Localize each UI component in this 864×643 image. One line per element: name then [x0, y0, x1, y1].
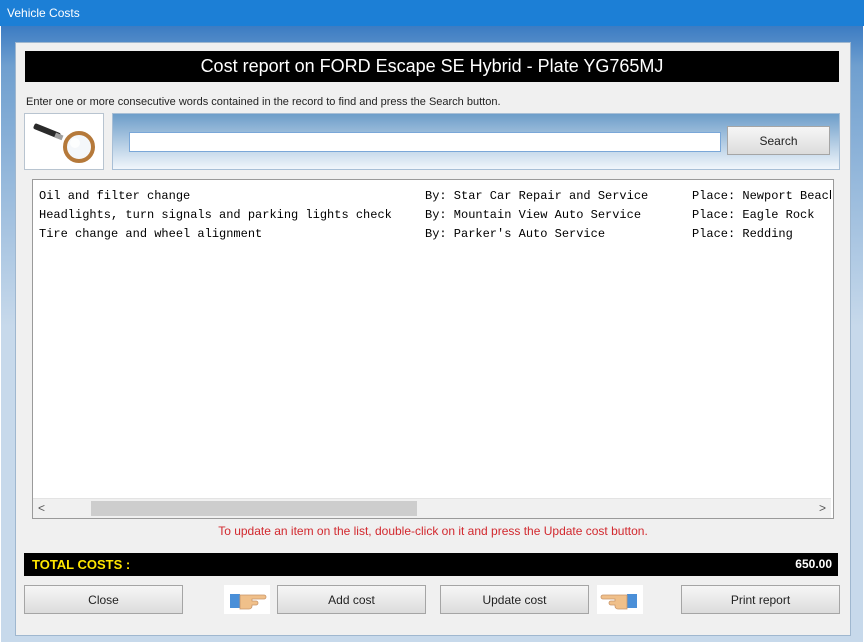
scroll-left-icon[interactable]: < [33, 499, 50, 518]
search-instruction: Enter one or more consecutive words cont… [26, 96, 501, 108]
pointing-hand-icon [597, 585, 643, 614]
search-button[interactable]: Search [727, 126, 830, 155]
search-bar: Search [112, 113, 840, 170]
records-list-content: Oil and filter change By: Star Car Repair… [33, 180, 831, 496]
scroll-right-icon[interactable]: > [814, 499, 831, 518]
magnifier-icon [33, 123, 95, 163]
main-panel: Cost report on FORD Escape SE Hybrid - P… [15, 42, 851, 636]
record-place: Place: Newport Beach [692, 189, 831, 203]
print-report-button[interactable]: Print report [681, 585, 840, 614]
update-cost-button[interactable]: Update cost [440, 585, 589, 614]
update-hint: To update an item on the list, double-cl… [218, 524, 648, 538]
total-costs-value: 650.00 [795, 557, 832, 571]
record-by: By: Star Car Repair and Service [425, 189, 649, 203]
add-cost-button[interactable]: Add cost [277, 585, 426, 614]
records-list[interactable]: Oil and filter change By: Star Car Repair… [32, 179, 834, 519]
title-bar: Vehicle Costs [0, 0, 864, 26]
total-costs-label: TOTAL COSTS : [32, 557, 131, 572]
search-input[interactable] [129, 132, 721, 152]
report-title: Cost report on FORD Escape SE Hybrid - P… [25, 51, 839, 82]
scrollbar-thumb[interactable] [91, 501, 417, 516]
record-desc: Tire change and wheel alignment [39, 227, 263, 241]
total-costs-bar: TOTAL COSTS : 650.00 [24, 553, 838, 576]
window-title: Vehicle Costs [7, 6, 80, 20]
search-icon-box [24, 113, 104, 170]
record-by: By: Parker's Auto Service [425, 227, 606, 241]
app-window: Vehicle Costs Cost report on FORD Escape… [0, 0, 864, 643]
horizontal-scrollbar[interactable]: < > [33, 498, 831, 518]
record-desc: Oil and filter change [39, 189, 191, 203]
record-by: By: Mountain View Auto Service [425, 208, 642, 222]
pointing-hand-icon [224, 585, 270, 614]
record-desc: Headlights, turn signals and parking lig… [39, 208, 392, 222]
record-place: Place: Eagle Rock [692, 208, 815, 222]
close-button[interactable]: Close [24, 585, 183, 614]
window-client: Cost report on FORD Escape SE Hybrid - P… [1, 26, 863, 642]
record-place: Place: Redding [692, 227, 793, 241]
